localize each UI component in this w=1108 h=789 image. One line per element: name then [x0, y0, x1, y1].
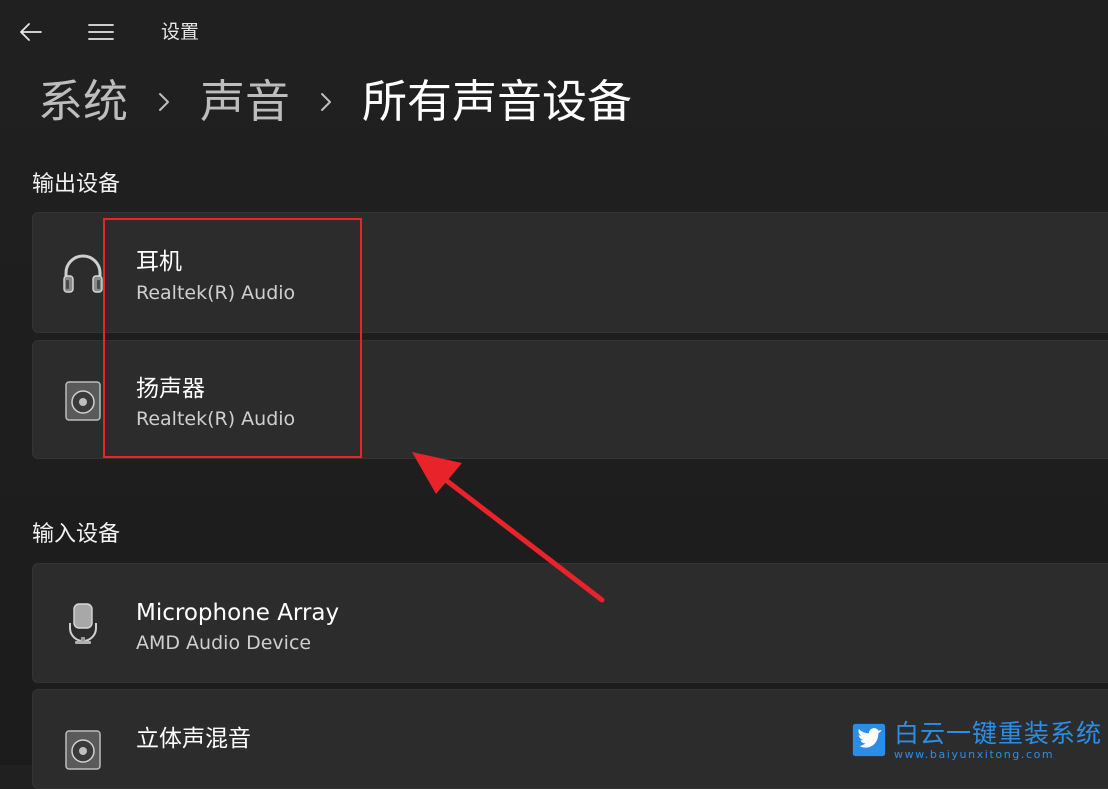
chevron-right-icon — [159, 93, 170, 111]
device-name: 扬声器 — [136, 376, 205, 402]
input-devices-heading: 输入设备 — [32, 522, 121, 547]
breadcrumb-separator — [290, 90, 362, 114]
app-title: 设置 — [161, 21, 200, 43]
device-name: Microphone Array — [136, 600, 340, 626]
device-card-microphone-array[interactable]: Microphone Array AMD Audio Device — [32, 563, 1108, 683]
breadcrumb: 系统 声音 所有声音设备 — [38, 70, 632, 134]
device-subtitle: AMD Audio Device — [136, 632, 312, 654]
output-devices-heading: 输出设备 — [32, 172, 121, 197]
device-card-speaker[interactable]: 扬声器 Realtek(R) Audio — [32, 340, 1108, 459]
device-subtitle: Realtek(R) Audio — [136, 282, 296, 304]
breadcrumb-separator — [128, 90, 200, 114]
breadcrumb-item-sound[interactable]: 声音 — [200, 70, 290, 134]
headphones-icon — [59, 249, 107, 297]
bird-logo-icon — [852, 723, 886, 757]
title-bar: 设置 — [0, 0, 1108, 64]
menu-button[interactable] — [84, 16, 118, 48]
back-arrow-icon — [20, 23, 42, 41]
watermark-url: www.baiyunxitong.com — [893, 747, 1055, 761]
breadcrumb-item-all-sound-devices: 所有声音设备 — [362, 75, 633, 128]
device-name: 耳机 — [136, 249, 182, 275]
breadcrumb-item-system[interactable]: 系统 — [38, 70, 128, 134]
microphone-icon — [59, 600, 107, 648]
speaker-icon — [59, 726, 107, 774]
back-button[interactable] — [14, 16, 48, 48]
device-card-headphones[interactable]: 耳机 Realtek(R) Audio — [32, 212, 1108, 333]
speaker-icon — [59, 377, 107, 425]
device-name: 立体声混音 — [136, 726, 251, 752]
hamburger-icon — [88, 24, 114, 40]
chevron-right-icon — [321, 93, 332, 111]
device-subtitle: Realtek(R) Audio — [136, 408, 296, 430]
watermark: 白云一键重装系统 www.baiyunxitong.com — [852, 718, 1102, 762]
watermark-name: 白云一键重装系统 — [893, 718, 1102, 748]
